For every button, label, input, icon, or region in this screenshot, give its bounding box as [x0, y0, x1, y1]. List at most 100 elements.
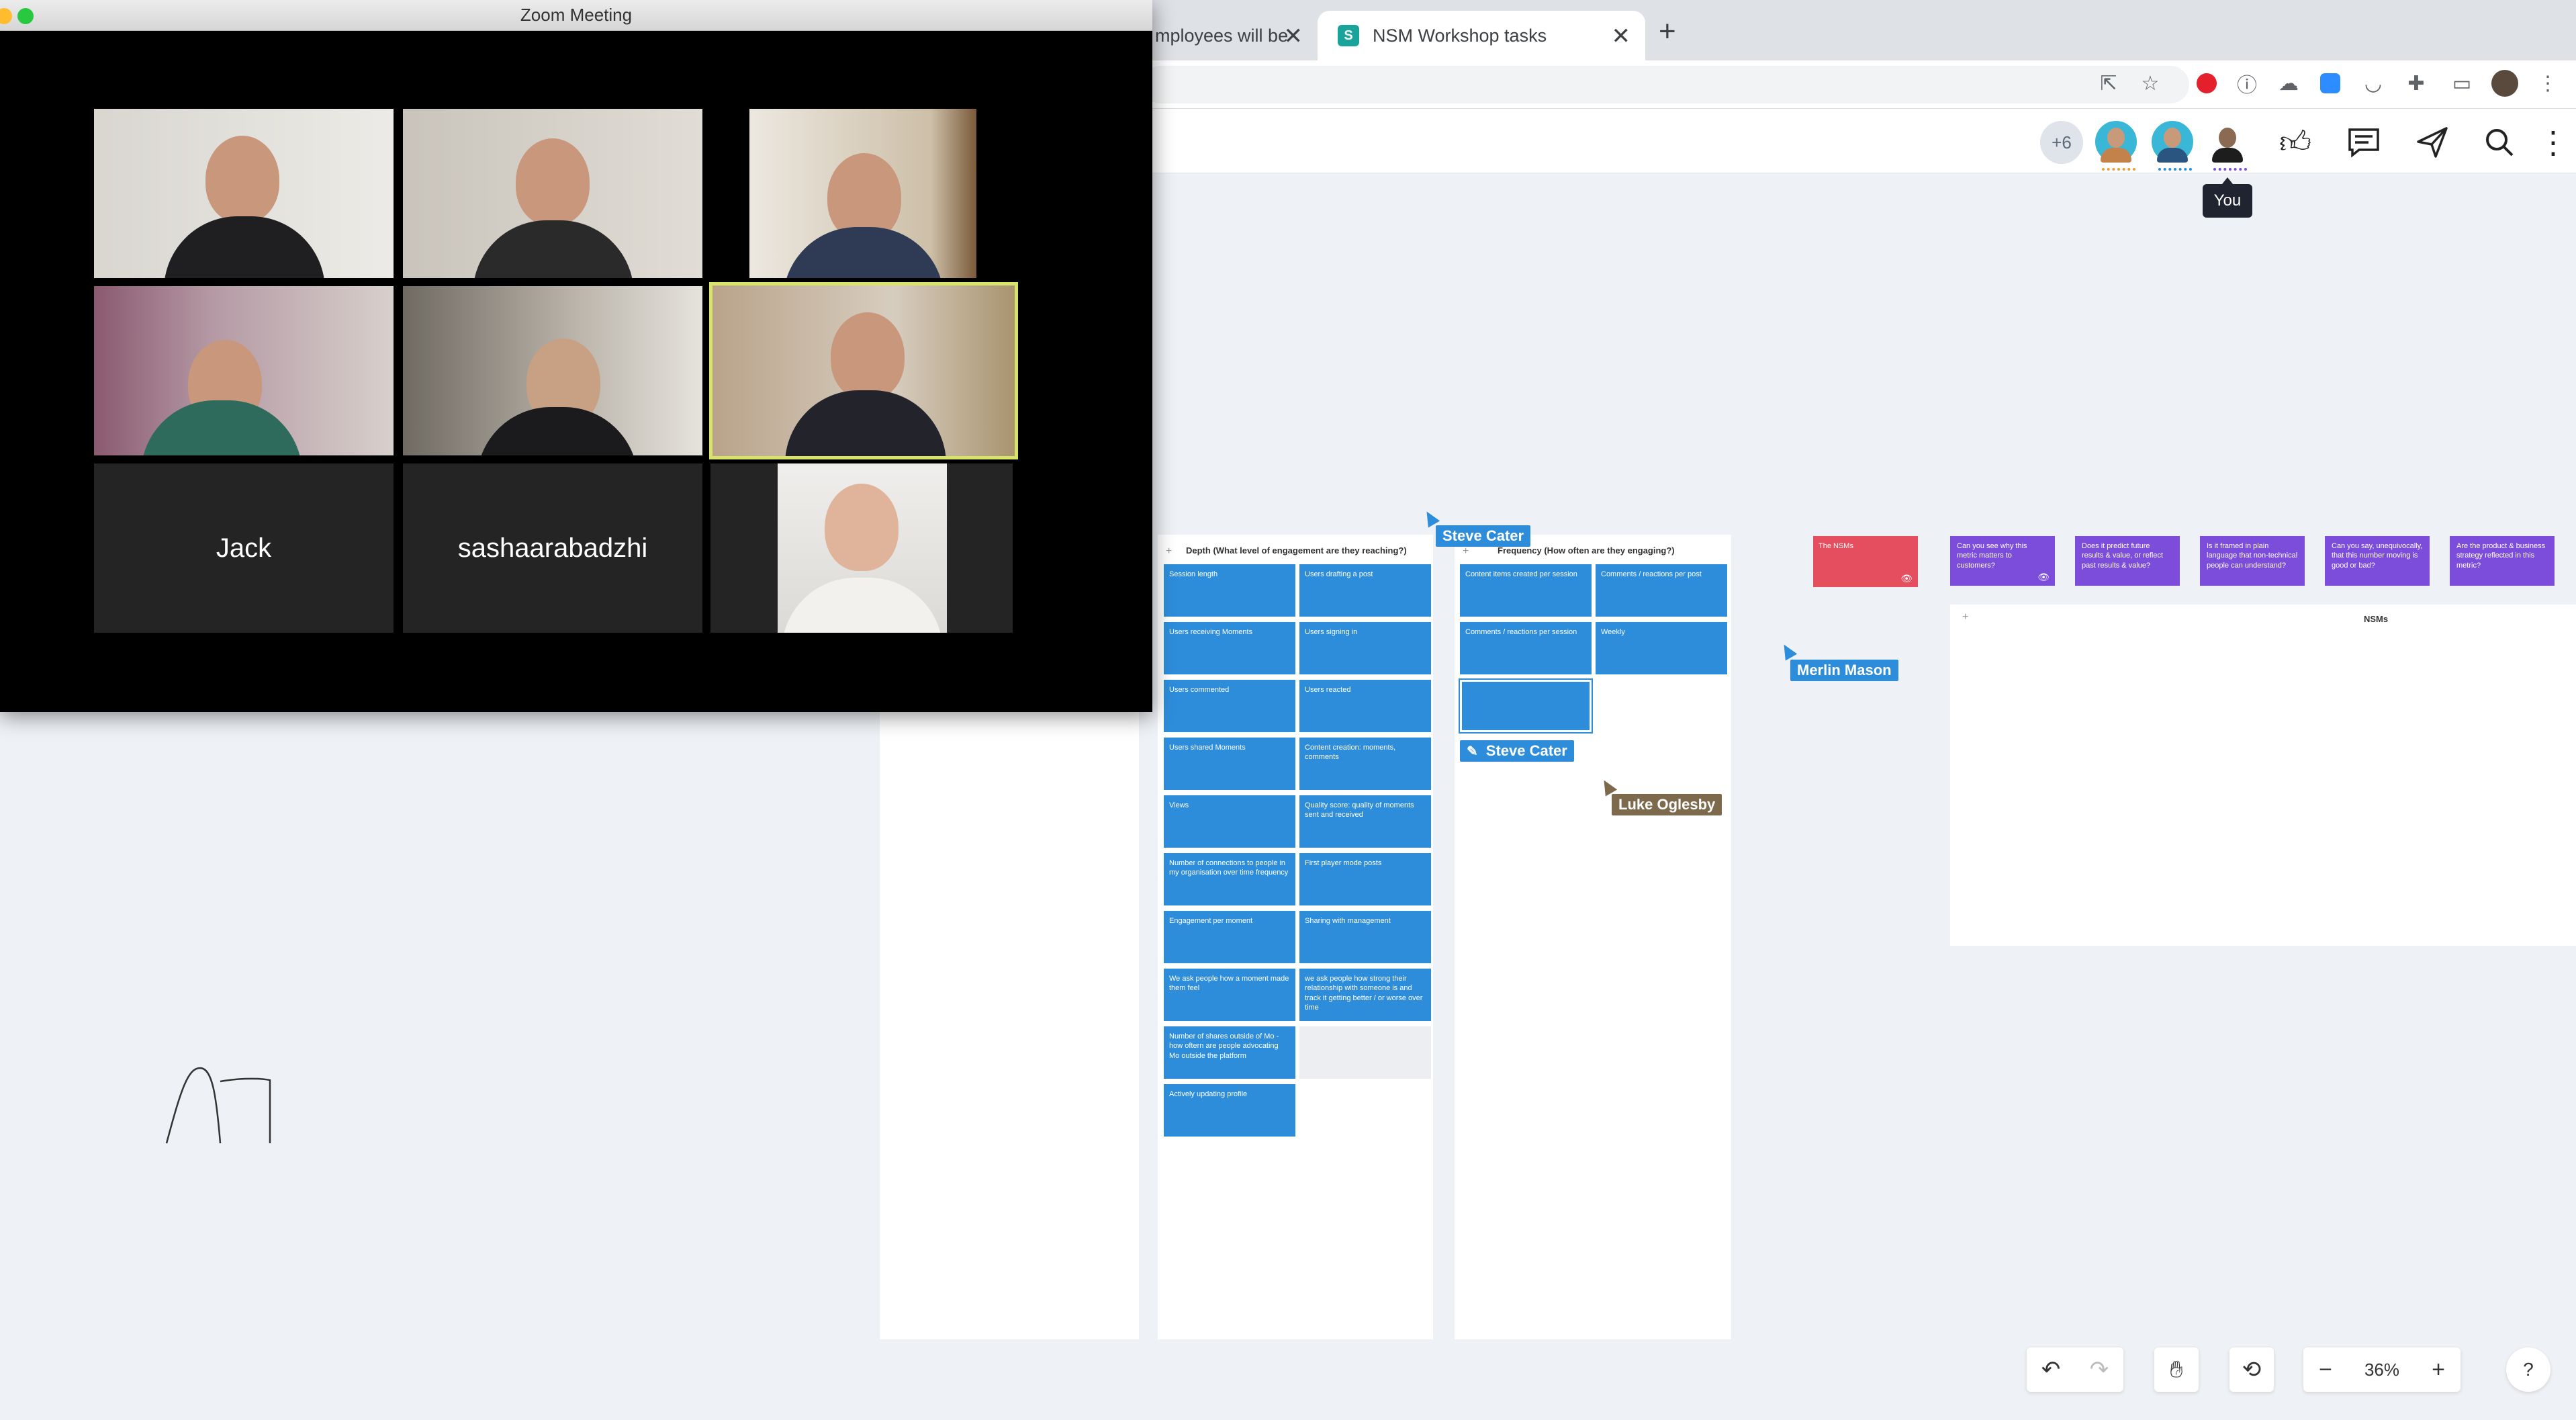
sticky-note[interactable]: First player mode posts	[1299, 853, 1431, 905]
magnifier-icon	[2486, 129, 2514, 157]
share-send-icon[interactable]	[2411, 121, 2454, 164]
sticky-note-question[interactable]: Does it predict future results & value, …	[2075, 536, 2180, 586]
avatar[interactable]	[2149, 118, 2196, 171]
sticky-note-question[interactable]: Can you see why this metric matters to c…	[1950, 536, 2055, 586]
sticky-note[interactable]: Number of connections to people in my or…	[1164, 853, 1295, 905]
sticky-note[interactable]: Users shared Moments	[1164, 738, 1295, 790]
more-collaborators-badge[interactable]: +6	[2040, 121, 2083, 164]
board-menu-icon[interactable]: ⋮	[2538, 121, 2569, 164]
participant-name: Jack	[216, 533, 272, 563]
zoom-meeting-window[interactable]: Zoom Meeting Jack sashaarabadzhi	[0, 0, 1152, 712]
reactions-thumbs-up-icon[interactable]: 👍︎	[2274, 121, 2317, 164]
avatar[interactable]	[2092, 118, 2140, 171]
sticky-note[interactable]: Views	[1164, 795, 1295, 848]
sticky-note-question[interactable]: Are the product & business strategy refl…	[2450, 536, 2555, 586]
sticky-note[interactable]: Users signing in	[1299, 622, 1431, 674]
video-tile[interactable]	[749, 109, 976, 278]
sticky-note-editing[interactable]	[1459, 678, 1593, 734]
undo-icon[interactable]: ↶	[2027, 1356, 2075, 1383]
cast-icon[interactable]: ▭	[2447, 69, 2477, 98]
sticky-note[interactable]: we ask people how strong their relations…	[1299, 969, 1431, 1021]
cursor-pointer-icon	[1778, 641, 1798, 661]
sticky-note[interactable]: Actively updating profile	[1164, 1084, 1295, 1137]
sticky-note[interactable]: We ask people how a moment made them fee…	[1164, 969, 1295, 1021]
participant-name-tile[interactable]: Jack	[94, 463, 394, 633]
participant-name: sashaarabadzhi	[457, 533, 648, 563]
zoom-level[interactable]: 36%	[2348, 1360, 2416, 1380]
sticky-note[interactable]: Content creation: moments, comments	[1299, 738, 1431, 790]
comment-bubble-icon	[2348, 128, 2379, 158]
video-tile[interactable]	[710, 463, 1013, 633]
sticky-note[interactable]: Users reacted	[1299, 680, 1431, 732]
profile-avatar-icon[interactable]	[2490, 69, 2520, 98]
video-tile[interactable]	[403, 109, 702, 278]
collaborator-cursor-label: Merlin Mason	[1790, 660, 1898, 681]
browser-menu-icon[interactable]: ⋮	[2533, 69, 2563, 98]
collaborator-cursor-label: Luke Oglesby	[1612, 794, 1722, 815]
sticky-note[interactable]: Number of shares outside of Mo - how oft…	[1164, 1026, 1295, 1079]
browser-tab[interactable]: mployees will be ✕	[1135, 11, 1318, 60]
video-tile[interactable]	[94, 109, 394, 278]
password-extension-icon[interactable]: ⓘ	[2232, 69, 2262, 98]
add-icon[interactable]: +	[1962, 611, 1968, 623]
sticky-note-nsm[interactable]: The NSMs 👁︎	[1813, 536, 1918, 587]
extensions-puzzle-icon[interactable]: ✚	[2401, 69, 2431, 98]
avatar-face	[2164, 128, 2181, 148]
pocket-extension-icon[interactable]: ◡	[2358, 69, 2388, 98]
history-icon[interactable]: ⟲	[2229, 1347, 2274, 1392]
sticky-note[interactable]: Comments / reactions per session	[1460, 622, 1592, 674]
search-icon[interactable]	[2478, 121, 2521, 164]
adblock-extension-icon[interactable]	[2192, 69, 2221, 98]
sticky-note[interactable]: Content items created per session	[1460, 564, 1592, 617]
nsms-frame-title: NSMs	[2364, 614, 2389, 624]
avatar-you[interactable]	[2204, 118, 2251, 171]
sticky-note[interactable]: Weekly	[1596, 622, 1727, 674]
sticky-note[interactable]: Users commented	[1164, 680, 1295, 732]
depth-column-title: Depth (What level of engagement are they…	[1186, 545, 1407, 556]
paper-plane-icon	[2417, 127, 2448, 158]
sticky-text: Can you see why this metric matters to c…	[1957, 542, 2027, 570]
sticky-note[interactable]: Sharing with management	[1299, 911, 1431, 963]
sticky-note[interactable]: Comments / reactions per post	[1596, 564, 1727, 617]
sticky-note[interactable]: Session length	[1164, 564, 1295, 617]
eye-icon: 👁︎	[2037, 571, 2050, 582]
video-tile[interactable]	[94, 286, 394, 455]
sticky-note[interactable]: Engagement per moment	[1164, 911, 1295, 963]
video-tile[interactable]	[403, 286, 702, 455]
new-tab-button[interactable]: +	[1659, 15, 1676, 48]
open-external-icon[interactable]: ⇱	[2094, 69, 2123, 98]
frequency-column-title: Frequency (How often are they engaging?)	[1498, 545, 1675, 556]
nsms-frame[interactable]: + NSMs	[1950, 605, 2576, 946]
collaborator-cursor-label: Steve Cater	[1436, 525, 1531, 547]
freehand-drawing[interactable]	[161, 1061, 275, 1149]
sticky-note[interactable]: Quality score: quality of moments sent a…	[1299, 795, 1431, 848]
zoom-in-icon[interactable]: +	[2416, 1357, 2460, 1383]
add-icon[interactable]: +	[1166, 545, 1172, 558]
help-button[interactable]: ?	[2506, 1347, 2550, 1392]
drive-extension-icon[interactable]: ☁	[2274, 69, 2303, 98]
sticky-note-question[interactable]: Can you say, unequivocally, that this nu…	[2325, 536, 2430, 586]
url-input[interactable]	[1142, 66, 2189, 103]
close-icon[interactable]: ✕	[1612, 23, 1631, 50]
browser-tab-active[interactable]: S NSM Workshop tasks ✕	[1318, 11, 1645, 60]
collaborator-name: Steve Cater	[1485, 742, 1567, 759]
bookmark-star-icon[interactable]: ☆	[2135, 69, 2165, 98]
participant-name-tile[interactable]: sashaarabadzhi	[403, 463, 702, 633]
sticky-note-question[interactable]: Is it framed in plain language that non-…	[2200, 536, 2305, 586]
zoom-extension-icon[interactable]	[2315, 69, 2345, 98]
zoom-out-icon[interactable]: −	[2303, 1357, 2348, 1383]
comments-icon[interactable]	[2342, 121, 2385, 164]
sticky-note[interactable]: Users receiving Moments	[1164, 622, 1295, 674]
undo-redo-group: ↶ ↷	[2027, 1347, 2123, 1392]
hand-tool-icon[interactable]: ✋︎	[2154, 1347, 2199, 1392]
redo-icon[interactable]: ↷	[2075, 1356, 2123, 1383]
board-frame-blank[interactable]	[880, 672, 1139, 1339]
maximize-window-icon[interactable]	[17, 8, 34, 24]
add-icon[interactable]: +	[1463, 545, 1469, 558]
video-tile-active-speaker[interactable]	[709, 282, 1018, 459]
close-icon[interactable]: ✕	[1284, 23, 1303, 50]
participant-head	[205, 136, 279, 223]
eye-icon: 👁︎	[1900, 572, 1913, 584]
sticky-note[interactable]: Users drafting a post	[1299, 564, 1431, 617]
sticky-note-empty[interactable]	[1299, 1026, 1431, 1079]
